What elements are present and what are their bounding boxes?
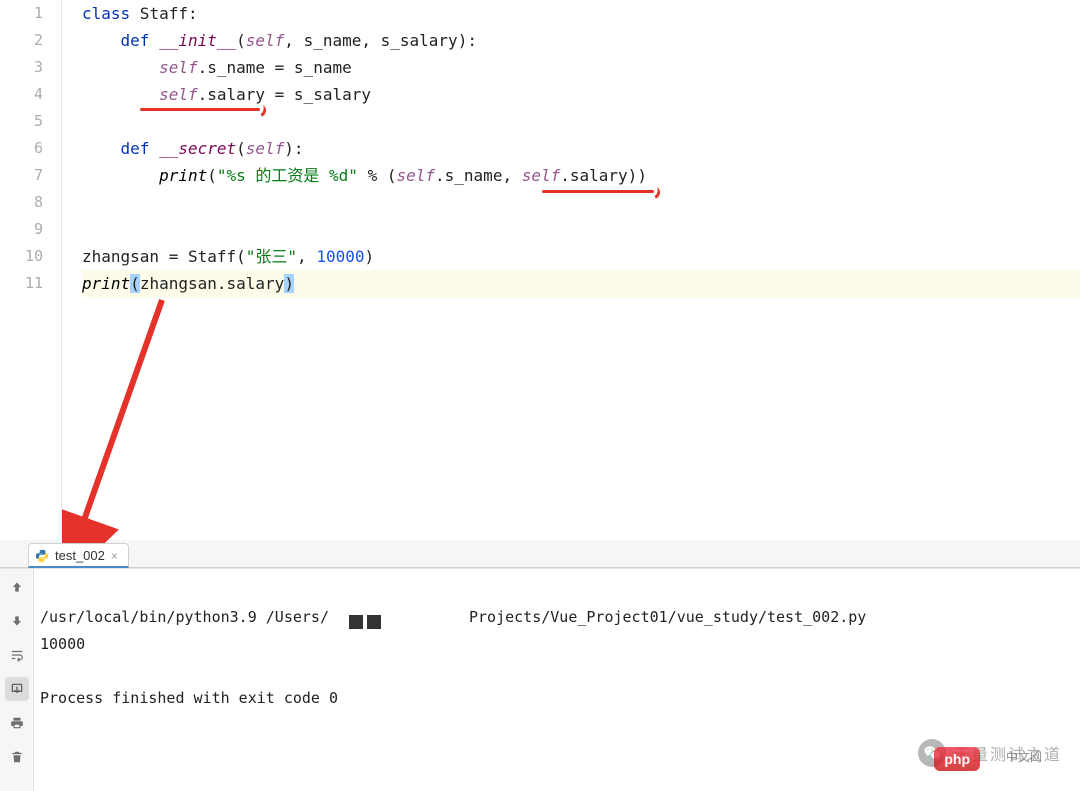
up-arrow-icon — [10, 580, 24, 594]
code-line[interactable]: print("%s 的工资是 %d" % (self.s_name, self.… — [82, 162, 1080, 189]
token-builtin: print — [159, 166, 207, 185]
code-line[interactable] — [82, 108, 1080, 135]
token: .s_name, — [435, 166, 522, 185]
indent — [82, 166, 159, 185]
token-self: self — [522, 166, 561, 185]
token-self: self — [159, 85, 198, 104]
token: .salary = s_salary — [198, 85, 371, 104]
line-number: 11 — [0, 270, 43, 297]
token-special: __init__ — [159, 31, 236, 50]
token: ( — [207, 166, 217, 185]
out-line: 10000 — [40, 635, 85, 653]
annotation-underline — [542, 190, 654, 193]
export-icon — [9, 682, 25, 696]
code-line[interactable]: def __init__(self, s_name, s_salary): — [82, 27, 1080, 54]
out-cmd-prefix: /usr/local/bin/python3.9 /Users/ — [40, 608, 329, 626]
token: ) — [364, 247, 374, 266]
token-self: self — [396, 166, 435, 185]
token: ( — [236, 31, 246, 50]
php-cn-badge: php — [934, 747, 980, 771]
indent — [82, 139, 121, 158]
indent — [82, 31, 121, 50]
token-self: self — [246, 139, 285, 158]
annotation-arrow — [62, 290, 262, 560]
run-tab-label: test_002 — [55, 548, 105, 563]
run-toolbar — [0, 569, 34, 791]
soft-wrap-icon — [9, 648, 25, 662]
token: .s_name = s_name — [198, 58, 352, 77]
selection: ) — [284, 274, 294, 293]
token-keyword: def — [121, 139, 160, 158]
run-tab-test-002[interactable]: test_002 × — [28, 543, 129, 568]
token-string: "张三" — [246, 247, 297, 266]
printer-icon — [9, 716, 25, 730]
close-tab-icon[interactable]: × — [111, 549, 118, 563]
annotation-underline — [140, 108, 260, 111]
out-line: Process finished with exit code 0 — [40, 689, 338, 707]
token-string: "%s 的工资是 %d" — [217, 166, 358, 185]
soft-wrap-button[interactable] — [5, 643, 29, 667]
line-number: 2 — [0, 27, 43, 54]
code-editor[interactable]: 1 2 3 4 5 6 7 8 9 10 11 class Staff: def… — [0, 0, 1080, 540]
indent — [82, 58, 159, 77]
code-line[interactable]: class Staff: — [82, 0, 1080, 27]
line-number: 10 — [0, 243, 43, 270]
code-area[interactable]: class Staff: def __init__(self, s_name, … — [62, 0, 1080, 540]
token-self: self — [246, 31, 285, 50]
python-file-icon — [35, 549, 49, 563]
token-keyword: class — [82, 4, 130, 23]
token: ( — [236, 139, 246, 158]
token: % ( — [358, 166, 397, 185]
token: zhangsan = Staff( — [82, 247, 246, 266]
print-button[interactable] — [5, 711, 29, 735]
line-number-gutter: 1 2 3 4 5 6 7 8 9 10 11 — [0, 0, 62, 540]
out-cmd-suffix: Projects/Vue_Project01/vue_study/test_00… — [469, 608, 866, 626]
scroll-down-button[interactable] — [5, 609, 29, 633]
code-line-current[interactable]: print(zhangsan.salary) — [82, 270, 1080, 297]
token-builtin: print — [82, 274, 130, 293]
line-number: 3 — [0, 54, 43, 81]
token: , — [297, 247, 316, 266]
code-line[interactable] — [82, 216, 1080, 243]
token-keyword: def — [121, 31, 160, 50]
clear-all-button[interactable] — [5, 745, 29, 769]
php-cn-sub: 中文网 — [1006, 748, 1042, 765]
token: , s_name, s_salary): — [284, 31, 477, 50]
token: .salary)) — [560, 166, 647, 185]
line-number: 9 — [0, 216, 43, 243]
selection: ( — [130, 274, 140, 293]
run-tool-tab-bar: test_002 × — [0, 540, 1080, 568]
code-line[interactable]: def __secret(self): — [82, 135, 1080, 162]
token: Staff: — [130, 4, 197, 23]
scroll-to-end-button[interactable] — [5, 677, 29, 701]
token: zhangsan.salary — [140, 274, 285, 293]
line-number: 7 — [0, 162, 43, 189]
line-number: 5 — [0, 108, 43, 135]
line-number: 1 — [0, 0, 43, 27]
indent — [82, 85, 159, 104]
line-number: 4 — [0, 81, 43, 108]
code-line[interactable]: zhangsan = Staff("张三", 10000) — [82, 243, 1080, 270]
token-self: self — [159, 58, 198, 77]
code-line[interactable]: self.salary = s_salary — [82, 81, 1080, 108]
trash-icon — [10, 749, 24, 765]
token-number: 10000 — [316, 247, 364, 266]
line-number: 8 — [0, 189, 43, 216]
line-number: 6 — [0, 135, 43, 162]
down-arrow-icon — [10, 614, 24, 628]
scroll-up-button[interactable] — [5, 575, 29, 599]
token: ): — [284, 139, 303, 158]
code-line[interactable]: self.s_name = s_name — [82, 54, 1080, 81]
token-special: __secret — [159, 139, 236, 158]
redacted-segment — [329, 611, 469, 625]
code-line[interactable] — [82, 189, 1080, 216]
